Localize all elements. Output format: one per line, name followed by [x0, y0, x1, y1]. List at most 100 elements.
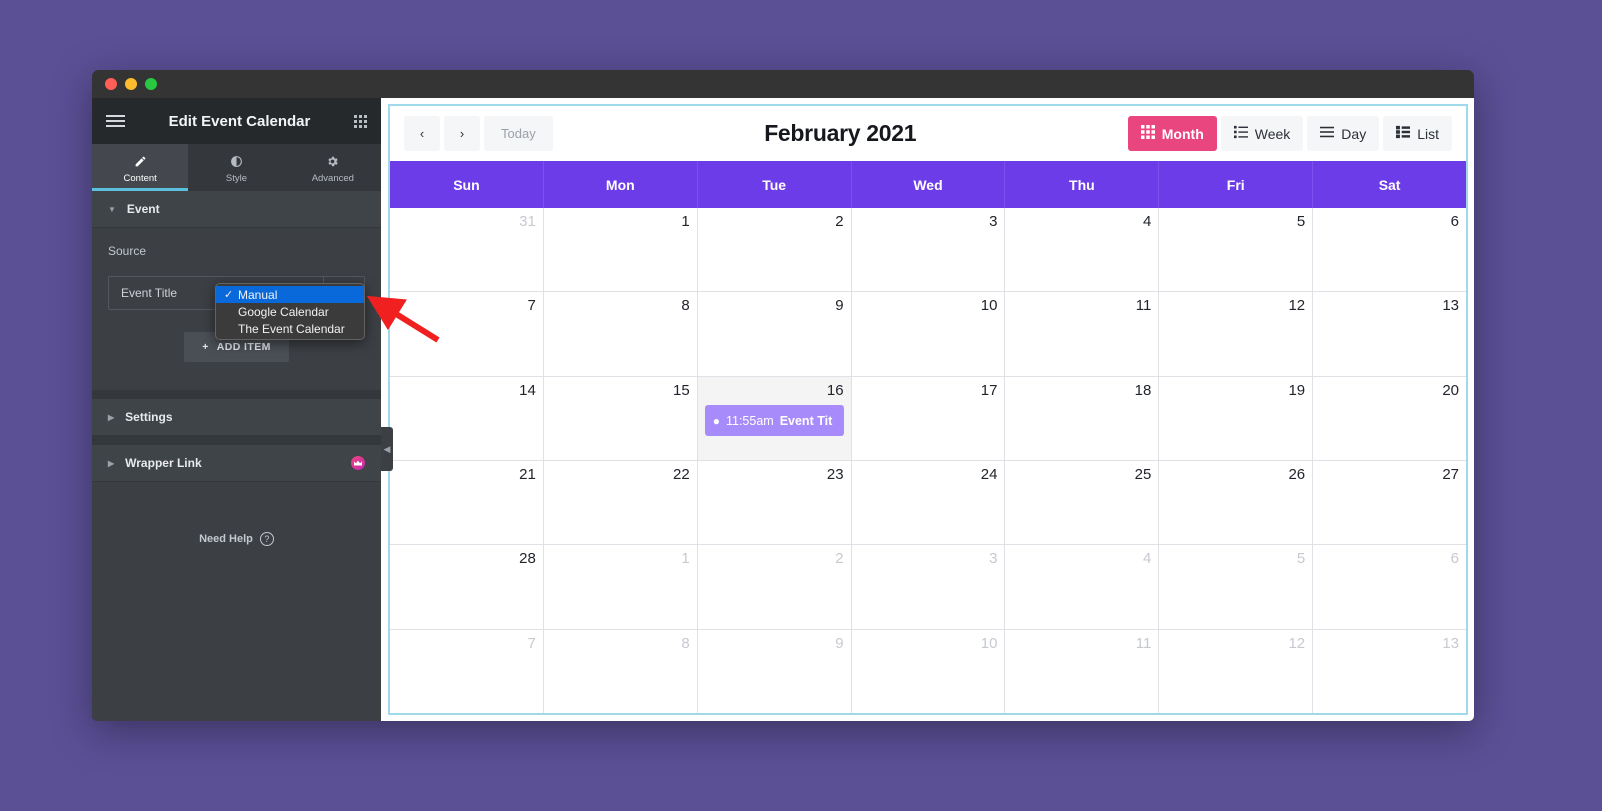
calendar-day-cell[interactable]: 17: [852, 376, 1006, 460]
today-label: Today: [501, 126, 536, 141]
source-option-manual[interactable]: ✓ Manual: [216, 286, 364, 303]
day-number: 11: [1135, 634, 1152, 652]
source-label: Source: [108, 244, 147, 258]
calendar-day-cell[interactable]: 2: [698, 545, 852, 629]
tab-advanced[interactable]: Advanced: [285, 144, 381, 191]
calendar-event-chip[interactable]: ● 11:55am Event Tit: [704, 405, 844, 437]
day-number: 18: [1134, 381, 1152, 399]
calendar-day-cell[interactable]: 27: [1313, 461, 1466, 544]
section-event[interactable]: ▼ Event: [92, 191, 381, 228]
calendar-day-cell[interactable]: 4: [1005, 545, 1160, 629]
tab-style-label: Style: [225, 172, 248, 184]
calendar-toolbar: ‹ › Today February 2021 Month Week Day L…: [390, 106, 1466, 161]
calendar-day-cell[interactable]: 19: [1159, 376, 1314, 460]
calendar-day-cell[interactable]: 9: [698, 629, 852, 713]
need-help-link[interactable]: Need Help ?: [92, 532, 381, 546]
calendar-day-cell[interactable]: 3: [852, 545, 1006, 629]
calendar-day-cell[interactable]: 31: [390, 208, 544, 292]
tab-style[interactable]: Style: [188, 144, 284, 191]
calendar-day-cell[interactable]: 6: [1313, 208, 1466, 291]
check-icon: ✓: [224, 289, 234, 301]
calendar-day-cell[interactable]: 8: [544, 292, 698, 376]
section-settings[interactable]: ▶ Settings: [92, 399, 381, 436]
chevron-left-icon: ‹: [419, 126, 425, 141]
calendar-day-cell[interactable]: 28: [390, 545, 544, 629]
calendar-week-row: 7 8 9 10 11 12 13: [390, 629, 1466, 713]
calendar-day-cell[interactable]: 16 ● 11:55am Event Tit: [697, 376, 852, 460]
calendar-day-cell[interactable]: 15: [544, 376, 698, 460]
calendar-day-cell[interactable]: 3: [852, 208, 1006, 292]
calendar-day-cell[interactable]: 12: [1159, 629, 1314, 713]
calendar-day-cell[interactable]: 14: [390, 376, 544, 460]
pro-crown-icon: [351, 456, 365, 470]
calendar-day-cell[interactable]: 7: [390, 629, 544, 713]
calendar-day-cell[interactable]: 8: [544, 629, 698, 713]
day-number: 6: [1450, 550, 1460, 568]
calendar-day-cell[interactable]: 5: [1159, 208, 1314, 292]
calendar-day-cell[interactable]: 21: [390, 460, 544, 545]
calendar-grid: Sun Mon Tue Wed Thu Fri Sat 31 1 2 3 4 5 6 7 8 9 10 11 12 1…: [390, 161, 1466, 713]
calendar-day-cell[interactable]: 13: [1313, 630, 1466, 713]
maximize-window-button[interactable]: [145, 78, 157, 90]
day-number: 17: [980, 381, 998, 399]
minimize-window-button[interactable]: [125, 78, 137, 90]
source-option-the-event-calendar-label: The Event Calendar: [238, 321, 345, 336]
calendar-title: February 2021: [764, 120, 917, 146]
section-wrapper-link[interactable]: ▶ Wrapper Link: [92, 445, 381, 482]
day-number: 27: [1442, 465, 1460, 483]
close-window-button[interactable]: [105, 78, 117, 90]
day-number: 8: [681, 634, 690, 652]
calendar-day-cell[interactable]: 23: [698, 460, 852, 545]
calendar-day-cell[interactable]: 26: [1159, 460, 1314, 545]
calendar-day-cell[interactable]: 6: [1313, 545, 1466, 628]
source-option-google-calendar[interactable]: Google Calendar: [216, 303, 364, 320]
list-view-icon: [1233, 125, 1248, 142]
tab-advanced-label: Advanced: [311, 172, 354, 184]
calendar-week-row: 28 1 2 3 4 5 6: [390, 545, 1466, 630]
next-month-button[interactable]: ›: [444, 116, 480, 151]
red-arrow-annotation: [366, 295, 440, 343]
calendar-day-cell[interactable]: 10: [852, 629, 1006, 713]
panel-collapse-handle[interactable]: ◀: [381, 427, 393, 471]
view-button-month[interactable]: Month: [1127, 116, 1217, 151]
source-dropdown-menu[interactable]: ✓ Manual Google Calendar The Event Calen…: [215, 283, 365, 340]
calendar-day-cell[interactable]: 12: [1159, 292, 1314, 376]
view-button-list[interactable]: List: [1383, 116, 1452, 151]
tab-content[interactable]: Content: [92, 144, 189, 191]
calendar-day-cell[interactable]: 1: [544, 545, 698, 629]
calendar-day-cell[interactable]: 22: [544, 460, 698, 545]
day-of-week-wed: Wed: [852, 161, 1006, 208]
calendar-day-cell[interactable]: 25: [1005, 460, 1160, 545]
calendar-day-cell[interactable]: 18: [1005, 376, 1160, 460]
calendar-week-row: 7 8 9 10 11 12 13: [390, 292, 1466, 377]
calendar-day-cell[interactable]: 11: [1005, 292, 1160, 376]
panel-title: Edit Event Calendar: [168, 112, 311, 130]
source-option-the-event-calendar[interactable]: The Event Calendar: [216, 320, 364, 337]
window-body: Edit Event Calendar Content Style Advanc…: [92, 98, 1474, 721]
day-of-week-sat: Sat: [1378, 176, 1401, 193]
grid-view-icon: [1140, 125, 1155, 142]
calendar-day-cell[interactable]: 20: [1313, 377, 1466, 460]
grid-icon[interactable]: [354, 114, 367, 128]
day-number: 3: [989, 213, 998, 230]
today-button[interactable]: Today: [484, 116, 553, 151]
calendar-day-cell[interactable]: 5: [1159, 545, 1314, 629]
calendar-day-cell[interactable]: 10: [852, 292, 1006, 376]
calendar-day-cell[interactable]: 11: [1005, 629, 1160, 713]
calendar-day-cell[interactable]: 4: [1005, 208, 1160, 292]
pencil-icon: [134, 155, 147, 171]
calendar-day-cell[interactable]: 9: [698, 292, 852, 376]
section-settings-label: Settings: [125, 410, 173, 424]
calendar-day-cell[interactable]: 2: [698, 208, 852, 292]
prev-month-button[interactable]: ‹: [404, 116, 440, 151]
hamburger-icon[interactable]: [106, 115, 125, 127]
calendar-week-row: 14 15 16 ● 11:55am Event Tit 17 18 19 20: [390, 376, 1466, 461]
chevron-left-icon: ◀: [383, 443, 391, 454]
calendar-day-cell[interactable]: 1: [544, 208, 698, 292]
view-button-week[interactable]: Week: [1220, 116, 1304, 151]
calendar-day-cell[interactable]: 24: [852, 460, 1006, 545]
calendar-day-cell[interactable]: 13: [1313, 292, 1466, 375]
section-divider-b: [92, 436, 381, 445]
view-button-day[interactable]: Day: [1307, 116, 1380, 151]
source-control-row: Source: [92, 228, 381, 264]
